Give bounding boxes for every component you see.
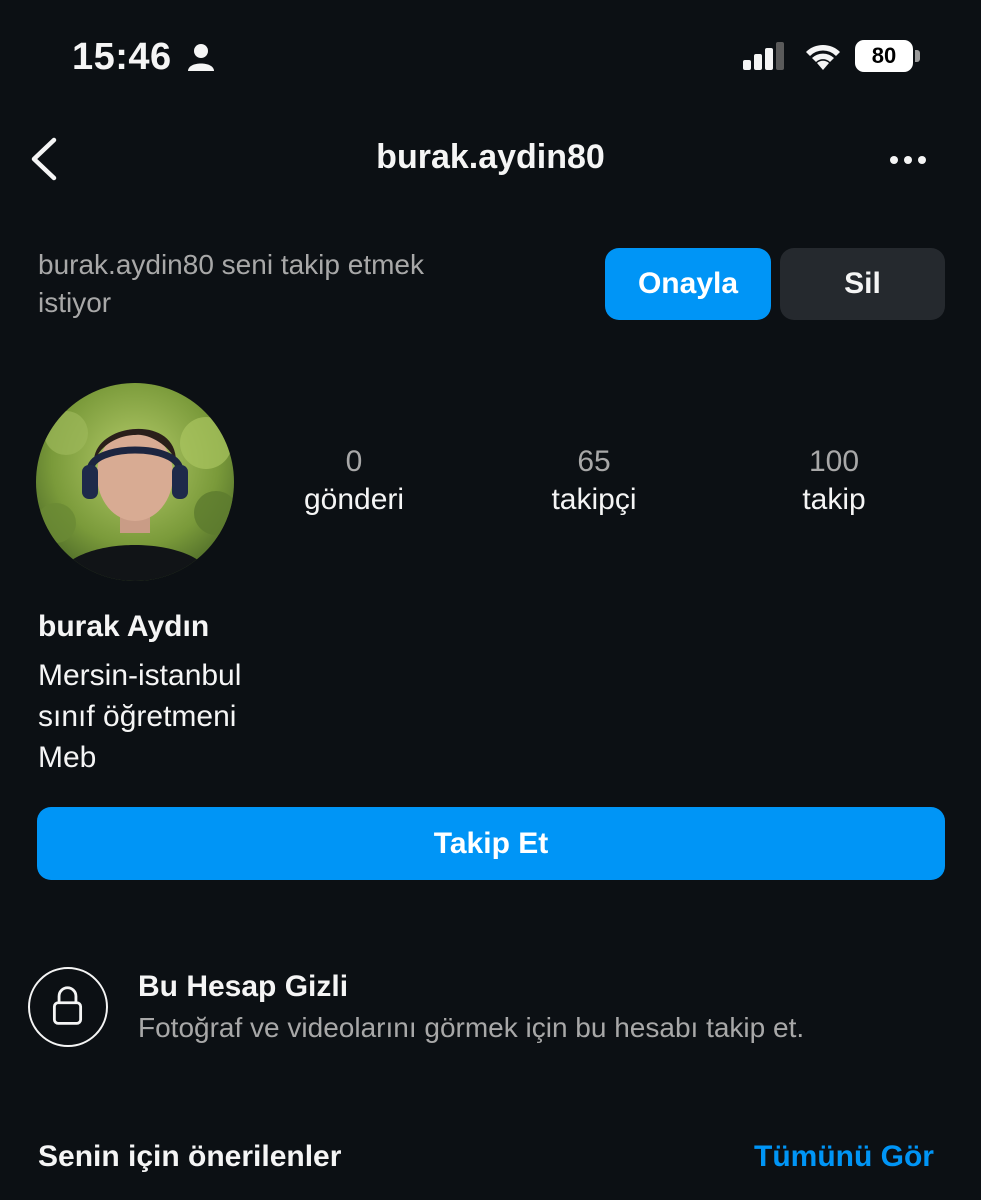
stat-following[interactable]: 100 takip xyxy=(734,444,934,520)
posts-label: gönderi xyxy=(303,483,405,516)
stat-posts[interactable]: 0 gönderi xyxy=(254,444,454,520)
profile-bio: Mersin-istanbul sınıf öğretmeni Meb xyxy=(38,655,241,778)
more-icon[interactable] xyxy=(884,140,932,180)
followers-count: 65 xyxy=(577,445,611,478)
bio-line: sınıf öğretmeni xyxy=(38,700,237,733)
battery-level: 80 xyxy=(855,40,913,72)
follow-button[interactable]: Takip Et xyxy=(37,807,945,880)
confirm-button[interactable]: Onayla xyxy=(605,248,771,320)
person-icon xyxy=(188,44,214,71)
follow-request-text: burak.aydin80 seni takip etmek istiyor xyxy=(38,249,424,318)
suggestions-title: Senin için önerilenler xyxy=(38,1140,342,1173)
see-all-link[interactable]: Tümünü Gör xyxy=(754,1140,934,1174)
private-description: Fotoğraf ve videolarını görmek için bu h… xyxy=(138,1012,805,1043)
lock-badge xyxy=(28,967,108,1047)
stat-followers[interactable]: 65 takipçi xyxy=(494,444,694,520)
avatar[interactable] xyxy=(36,383,234,581)
bio-line: Mersin-istanbul xyxy=(38,659,242,692)
wifi-icon xyxy=(806,44,840,70)
battery-icon: 80 xyxy=(855,40,921,72)
following-label: takip xyxy=(802,483,866,516)
signal-icon xyxy=(743,42,784,70)
avatar-photo xyxy=(36,383,234,581)
status-time: 15:46 xyxy=(72,36,172,78)
delete-button[interactable]: Sil xyxy=(780,248,945,320)
private-title: Bu Hesap Gizli xyxy=(138,970,349,1003)
lock-icon xyxy=(52,986,83,1025)
bio-line: Meb xyxy=(38,741,97,774)
page-title: burak.aydin80 xyxy=(376,138,605,176)
posts-count: 0 xyxy=(345,445,363,478)
profile-name: burak Aydın xyxy=(38,610,210,643)
following-count: 100 xyxy=(808,445,860,478)
followers-label: takipçi xyxy=(551,483,637,516)
